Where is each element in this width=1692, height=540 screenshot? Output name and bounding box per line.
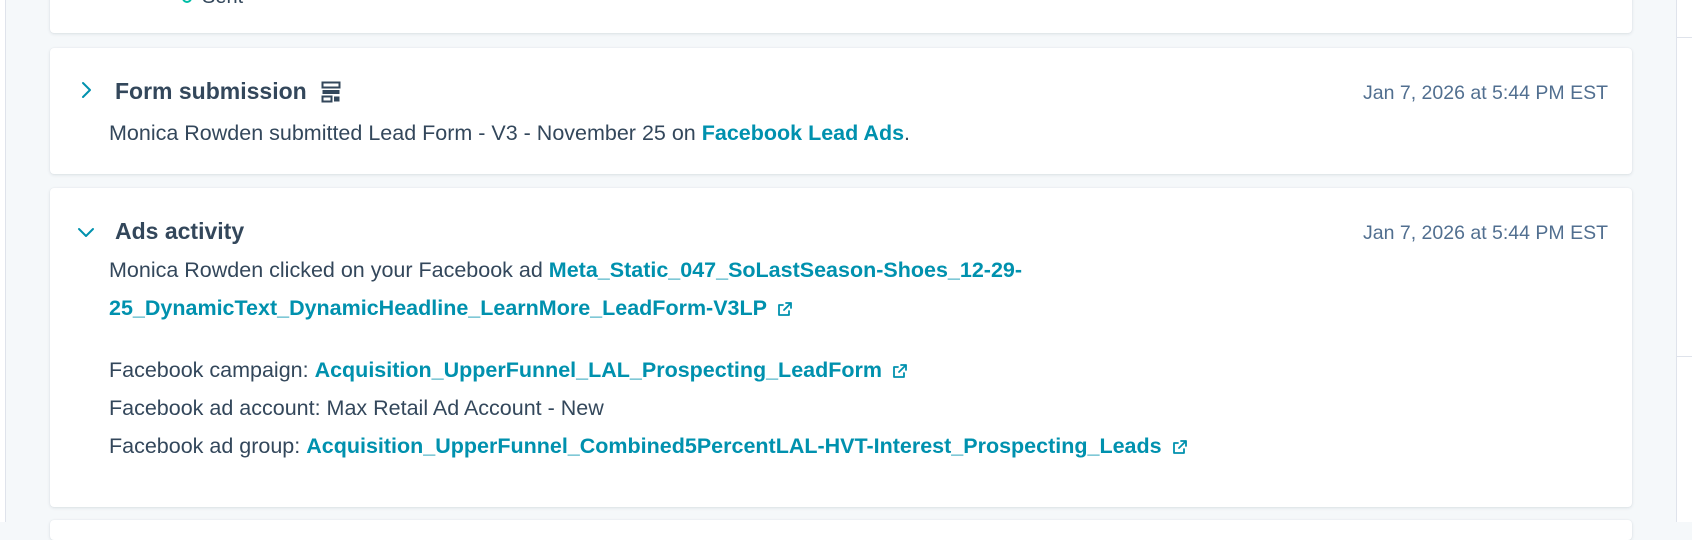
- campaign-link[interactable]: Acquisition_UpperFunnel_LAL_Prospecting_…: [315, 358, 908, 382]
- card-title-text: Form submission: [115, 78, 307, 104]
- ad-account-row: Facebook ad account: Max Retail Ad Accou…: [109, 389, 604, 427]
- campaign-label: Facebook campaign:: [109, 358, 315, 382]
- description-text: Monica Rowden submitted Lead Form - V3 -…: [109, 121, 702, 145]
- divider: [1677, 356, 1692, 357]
- form-icon: [321, 81, 341, 102]
- external-link-icon: [893, 364, 907, 378]
- account-value: Max Retail Ad Account - New: [326, 396, 604, 420]
- right-sidebar-edge: [1676, 0, 1692, 522]
- ad-click-description: Monica Rowden clicked on your Facebook a…: [109, 251, 1259, 327]
- group-label: Facebook ad group:: [109, 434, 307, 458]
- group-value: Acquisition_UpperFunnel_Combined5Percent…: [306, 434, 1162, 458]
- expand-toggle[interactable]: [72, 76, 100, 104]
- chevron-right-icon: [82, 82, 91, 98]
- status-dot-icon: [182, 0, 192, 3]
- timestamp: Jan 7, 2026 at 5:44 PM EST: [1363, 222, 1608, 244]
- timestamp: Jan 7, 2026 at 5:44 PM EST: [1363, 82, 1608, 104]
- ad-group-row: Facebook ad group: Acquisition_UpperFunn…: [109, 427, 1188, 465]
- chevron-down-icon: [78, 228, 94, 237]
- card-title: Form submission: [115, 78, 341, 105]
- partial-status: Sent: [182, 0, 243, 9]
- left-panel-edge: [0, 0, 6, 522]
- external-link-icon: [1172, 440, 1187, 454]
- ads-activity-card: Ads activity Jan 7, 2026 at 5:44 PM EST …: [50, 188, 1632, 507]
- form-submission-description: Monica Rowden submitted Lead Form - V3 -…: [109, 114, 910, 152]
- form-submission-card: Form submission Jan 7, 2026 at 5:44 PM E…: [50, 48, 1632, 174]
- external-link-icon: [778, 302, 792, 316]
- facebook-lead-ads-link[interactable]: Facebook Lead Ads: [702, 121, 904, 145]
- account-label: Facebook ad account:: [109, 396, 327, 420]
- ad-group-link[interactable]: Acquisition_UpperFunnel_Combined5Percent…: [306, 434, 1187, 458]
- description-suffix: .: [904, 121, 911, 145]
- card-title-text: Ads activity: [115, 218, 245, 244]
- collapse-toggle[interactable]: [72, 218, 100, 246]
- activity-card-next: [50, 520, 1632, 540]
- divider: [1677, 37, 1692, 38]
- campaign-value: Acquisition_UpperFunnel_LAL_Prospecting_…: [314, 358, 882, 382]
- card-title: Ads activity: [115, 218, 244, 245]
- campaign-row: Facebook campaign: Acquisition_UpperFunn…: [109, 351, 908, 389]
- partial-status-text: Sent: [202, 0, 243, 9]
- activity-card-previous: Sent: [50, 0, 1632, 33]
- click-text: Monica Rowden clicked on your Facebook a…: [109, 258, 549, 282]
